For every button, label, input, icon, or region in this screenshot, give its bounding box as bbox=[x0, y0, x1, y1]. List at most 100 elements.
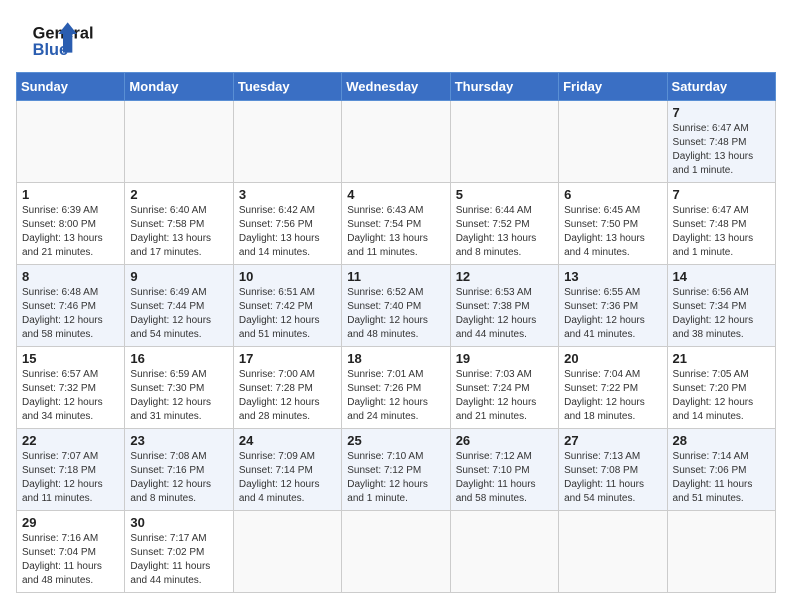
day-number: 6 bbox=[564, 187, 661, 202]
day-number: 8 bbox=[22, 269, 119, 284]
day-info: Sunrise: 6:56 AMSunset: 7:34 PMDaylight:… bbox=[673, 287, 754, 340]
calendar-cell: 7 Sunrise: 6:47 AMSunset: 7:48 PMDaylight… bbox=[667, 101, 775, 183]
calendar-cell: 27Sunrise: 7:13 AMSunset: 7:08 PMDayligh… bbox=[559, 429, 667, 511]
header-sunday: Sunday bbox=[17, 73, 125, 101]
day-number: 2 bbox=[130, 187, 227, 202]
day-info: Sunrise: 6:42 AMSunset: 7:56 PMDaylight:… bbox=[239, 205, 320, 258]
day-number: 7 bbox=[673, 105, 770, 120]
calendar-cell: 29 Sunrise: 7:16 AMSunset: 7:04 PMDayligh… bbox=[17, 511, 125, 593]
svg-text:Blue: Blue bbox=[33, 41, 68, 59]
day-info: Sunrise: 7:17 AMSunset: 7:02 PMDaylight:… bbox=[130, 533, 210, 586]
day-info: Sunrise: 7:07 AMSunset: 7:18 PMDaylight:… bbox=[22, 451, 103, 504]
day-number: 28 bbox=[673, 433, 770, 448]
day-number: 22 bbox=[22, 433, 119, 448]
calendar-cell: 30 Sunrise: 7:17 AMSunset: 7:02 PMDayligh… bbox=[125, 511, 233, 593]
calendar-cell: 19 Sunrise: 7:03 AMSunset: 7:24 PMDayligh… bbox=[450, 347, 558, 429]
week-row-3: 8 Sunrise: 6:48 AMSunset: 7:46 PMDaylight… bbox=[17, 265, 776, 347]
day-number: 23 bbox=[130, 433, 227, 448]
day-info: Sunrise: 6:48 AMSunset: 7:46 PMDaylight:… bbox=[22, 287, 103, 340]
calendar-cell bbox=[559, 101, 667, 183]
calendar-cell bbox=[450, 511, 558, 593]
day-number: 11 bbox=[347, 269, 444, 284]
day-number: 10 bbox=[239, 269, 336, 284]
day-number: 14 bbox=[673, 269, 770, 284]
day-info: Sunrise: 6:39 AMSunset: 8:00 PMDaylight:… bbox=[22, 205, 103, 258]
calendar-cell: 11Sunrise: 6:52 AMSunset: 7:40 PMDayligh… bbox=[342, 265, 450, 347]
calendar-cell: 6 Sunrise: 6:45 AMSunset: 7:50 PMDaylight… bbox=[559, 183, 667, 265]
day-number: 13 bbox=[564, 269, 661, 284]
calendar-cell: 24 Sunrise: 7:09 AMSunset: 7:14 PMDayligh… bbox=[233, 429, 341, 511]
day-number: 16 bbox=[130, 351, 227, 366]
day-info: Sunrise: 6:47 AMSunset: 7:48 PMDaylight:… bbox=[673, 205, 754, 258]
day-number: 1 bbox=[22, 187, 119, 202]
header-saturday: Saturday bbox=[667, 73, 775, 101]
day-number: 9 bbox=[130, 269, 227, 284]
week-row-6: 29 Sunrise: 7:16 AMSunset: 7:04 PMDayligh… bbox=[17, 511, 776, 593]
calendar-cell bbox=[559, 511, 667, 593]
header-wednesday: Wednesday bbox=[342, 73, 450, 101]
day-info: Sunrise: 7:04 AMSunset: 7:22 PMDaylight:… bbox=[564, 369, 645, 422]
day-info: Sunrise: 7:05 AMSunset: 7:20 PMDaylight:… bbox=[673, 369, 754, 422]
day-info: Sunrise: 7:08 AMSunset: 7:16 PMDaylight:… bbox=[130, 451, 211, 504]
day-info: Sunrise: 7:03 AMSunset: 7:24 PMDaylight:… bbox=[456, 369, 537, 422]
calendar-cell: 16 Sunrise: 6:59 AMSunset: 7:30 PMDayligh… bbox=[125, 347, 233, 429]
calendar-cell: 1 Sunrise: 6:39 AMSunset: 8:00 PMDaylight… bbox=[17, 183, 125, 265]
calendar-cell: 17Sunrise: 7:00 AMSunset: 7:28 PMDayligh… bbox=[233, 347, 341, 429]
header-friday: Friday bbox=[559, 73, 667, 101]
calendar-cell: 9Sunrise: 6:49 AMSunset: 7:44 PMDaylight… bbox=[125, 265, 233, 347]
header-tuesday: Tuesday bbox=[233, 73, 341, 101]
calendar-cell: 25 Sunrise: 7:10 AMSunset: 7:12 PMDayligh… bbox=[342, 429, 450, 511]
calendar-cell: 21 Sunrise: 7:05 AMSunset: 7:20 PMDayligh… bbox=[667, 347, 775, 429]
calendar-cell bbox=[233, 511, 341, 593]
header: General Blue bbox=[16, 16, 776, 62]
day-info: Sunrise: 7:09 AMSunset: 7:14 PMDaylight:… bbox=[239, 451, 320, 504]
calendar-cell bbox=[450, 101, 558, 183]
calendar-cell: 8 Sunrise: 6:48 AMSunset: 7:46 PMDaylight… bbox=[17, 265, 125, 347]
day-info: Sunrise: 6:59 AMSunset: 7:30 PMDaylight:… bbox=[130, 369, 211, 422]
calendar-cell: 5 Sunrise: 6:44 AMSunset: 7:52 PMDaylight… bbox=[450, 183, 558, 265]
calendar-cell: 7Sunrise: 6:47 AMSunset: 7:48 PMDaylight… bbox=[667, 183, 775, 265]
day-info: Sunrise: 6:43 AMSunset: 7:54 PMDaylight:… bbox=[347, 205, 428, 258]
day-number: 19 bbox=[456, 351, 553, 366]
day-number: 29 bbox=[22, 515, 119, 530]
calendar-cell: 22 Sunrise: 7:07 AMSunset: 7:18 PMDayligh… bbox=[17, 429, 125, 511]
day-info: Sunrise: 7:01 AMSunset: 7:26 PMDaylight:… bbox=[347, 369, 428, 422]
calendar-cell bbox=[342, 511, 450, 593]
week-row-1: 7 Sunrise: 6:47 AMSunset: 7:48 PMDaylight… bbox=[17, 101, 776, 183]
day-info: Sunrise: 6:55 AMSunset: 7:36 PMDaylight:… bbox=[564, 287, 645, 340]
header-thursday: Thursday bbox=[450, 73, 558, 101]
day-number: 30 bbox=[130, 515, 227, 530]
day-number: 5 bbox=[456, 187, 553, 202]
calendar-cell: 18Sunrise: 7:01 AMSunset: 7:26 PMDayligh… bbox=[342, 347, 450, 429]
calendar-cell bbox=[342, 101, 450, 183]
calendar-cell: 2Sunrise: 6:40 AMSunset: 7:58 PMDaylight… bbox=[125, 183, 233, 265]
calendar-cell: 23 Sunrise: 7:08 AMSunset: 7:16 PMDayligh… bbox=[125, 429, 233, 511]
day-number: 12 bbox=[456, 269, 553, 284]
logo: General Blue bbox=[16, 16, 96, 62]
day-number: 15 bbox=[22, 351, 119, 366]
week-row-5: 22 Sunrise: 7:07 AMSunset: 7:18 PMDayligh… bbox=[17, 429, 776, 511]
day-info: Sunrise: 7:13 AMSunset: 7:08 PMDaylight:… bbox=[564, 451, 644, 504]
calendar-cell: 26Sunrise: 7:12 AMSunset: 7:10 PMDayligh… bbox=[450, 429, 558, 511]
day-number: 20 bbox=[564, 351, 661, 366]
day-number: 17 bbox=[239, 351, 336, 366]
calendar-cell: 15Sunrise: 6:57 AMSunset: 7:32 PMDayligh… bbox=[17, 347, 125, 429]
calendar-table: SundayMondayTuesdayWednesdayThursdayFrid… bbox=[16, 72, 776, 593]
day-info: Sunrise: 7:12 AMSunset: 7:10 PMDaylight:… bbox=[456, 451, 536, 504]
day-number: 24 bbox=[239, 433, 336, 448]
day-info: Sunrise: 7:16 AMSunset: 7:04 PMDaylight:… bbox=[22, 533, 102, 586]
day-number: 21 bbox=[673, 351, 770, 366]
day-info: Sunrise: 7:10 AMSunset: 7:12 PMDaylight:… bbox=[347, 451, 428, 504]
calendar-cell bbox=[17, 101, 125, 183]
day-number: 25 bbox=[347, 433, 444, 448]
logo-icon: General Blue bbox=[16, 20, 96, 62]
calendar-cell bbox=[125, 101, 233, 183]
header-monday: Monday bbox=[125, 73, 233, 101]
calendar-cell: 20 Sunrise: 7:04 AMSunset: 7:22 PMDayligh… bbox=[559, 347, 667, 429]
day-info: Sunrise: 7:14 AMSunset: 7:06 PMDaylight:… bbox=[673, 451, 753, 504]
calendar-cell: 12Sunrise: 6:53 AMSunset: 7:38 PMDayligh… bbox=[450, 265, 558, 347]
calendar-cell bbox=[667, 511, 775, 593]
day-info: Sunrise: 6:45 AMSunset: 7:50 PMDaylight:… bbox=[564, 205, 645, 258]
day-info: Sunrise: 6:47 AMSunset: 7:48 PMDaylight:… bbox=[673, 123, 754, 176]
day-info: Sunrise: 6:44 AMSunset: 7:52 PMDaylight:… bbox=[456, 205, 537, 258]
